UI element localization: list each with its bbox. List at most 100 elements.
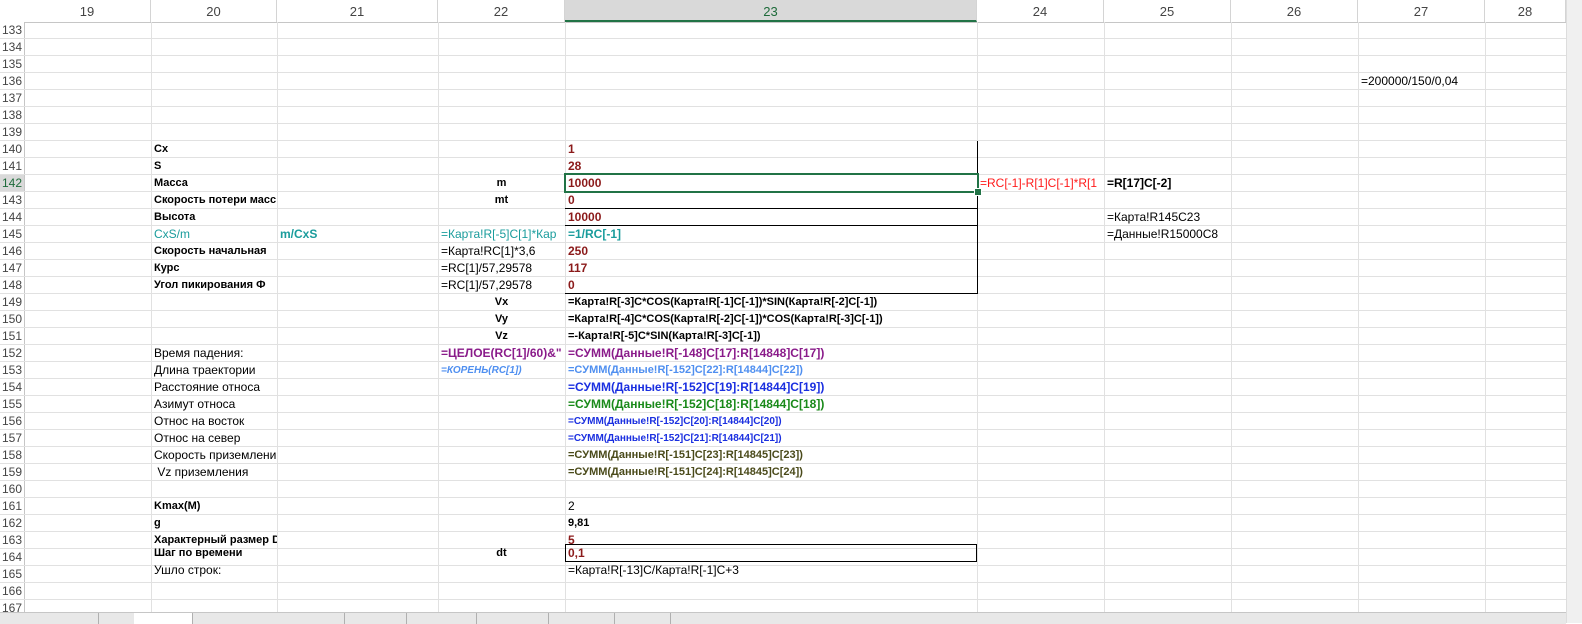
row-header[interactable]: 133	[0, 22, 24, 39]
cell-r156-c23[interactable]: =СУММ(Данные!R[-152]C[20]:R[14844]C[20])	[565, 413, 977, 430]
cell-r162-c20[interactable]: g	[151, 515, 277, 532]
row-header[interactable]: 146	[0, 243, 24, 260]
cell-r155-c23[interactable]: =СУММ(Данные!R[-152]C[18]:R[14844]C[18])	[565, 396, 977, 413]
cell-r164-c20[interactable]: Шаг по времени	[151, 545, 277, 562]
cell-r161-c20[interactable]: Kmax(M)	[151, 498, 277, 515]
column-header[interactable]: 27	[1358, 0, 1485, 22]
row-header[interactable]: 155	[0, 396, 24, 413]
cell-r158-c20[interactable]: Скорость приземлени	[151, 447, 277, 464]
cell-r142-c20[interactable]: Масса	[151, 175, 277, 192]
column-header[interactable]: 19	[24, 0, 151, 22]
cell-r148-c20[interactable]: Угол пикирования Ф	[151, 277, 277, 294]
row-header[interactable]: 159	[0, 464, 24, 481]
row-header[interactable]: 162	[0, 515, 24, 532]
cell-r164-c22[interactable]: dt	[438, 545, 565, 562]
cell-r145-c21[interactable]: m/CxS	[277, 226, 438, 243]
cell-r152-c22[interactable]: =ЦЕЛОЕ(RC[1]/60)&"	[438, 345, 565, 362]
spreadsheet-grid[interactable]: 19 20 21 22 23 24 25 26 27 28 133 134 13…	[0, 0, 1582, 624]
column-header[interactable]: 26	[1231, 0, 1358, 22]
row-header[interactable]: 137	[0, 90, 24, 107]
sheet-tab[interactable]	[192, 613, 345, 624]
row-header[interactable]: 147	[0, 260, 24, 277]
cell-r145-c22[interactable]: =Карта!R[-5]C[1]*Кар	[438, 226, 565, 243]
cell-r144-c23[interactable]: 10000	[565, 209, 977, 226]
cell-r141-c20[interactable]: S	[151, 158, 277, 175]
cell-r149-c22[interactable]: Vx	[438, 294, 565, 311]
column-header[interactable]: 22	[438, 0, 565, 22]
cell-r158-c23[interactable]: =СУММ(Данные!R[-151]C[23]:R[14845]C[23])	[565, 447, 977, 464]
cell-r142-c24[interactable]: =RC[-1]-R[1]C[-1]*R[1	[977, 175, 1104, 192]
row-header[interactable]: 160	[0, 481, 24, 498]
row-header[interactable]: 165	[0, 566, 24, 583]
row-header[interactable]: 145	[0, 226, 24, 243]
row-header-active[interactable]: 142	[0, 175, 24, 192]
cell-r147-c22[interactable]: =RC[1]/57,29578	[438, 260, 565, 277]
row-header[interactable]: 150	[0, 311, 24, 328]
cell-r136-c27[interactable]: =200000/150/0,04	[1358, 73, 1485, 90]
cell-r154-c23[interactable]: =СУММ(Данные!R[-152]C[19]:R[14844]C[19])	[565, 379, 977, 396]
sheet-tab-active[interactable]	[134, 613, 193, 624]
row-header[interactable]: 138	[0, 107, 24, 124]
cell-r145-c20[interactable]: CxS/m	[151, 226, 277, 243]
row-header[interactable]: 149	[0, 294, 24, 311]
sheet-tab[interactable]	[344, 613, 407, 624]
cell-r159-c23[interactable]: =СУММ(Данные!R[-151]C[24]:R[14845]C[24])	[565, 464, 977, 481]
cell-selection[interactable]	[564, 173, 979, 193]
cell-r147-c20[interactable]: Курс	[151, 260, 277, 277]
cell-r155-c20[interactable]: Азимут относа	[151, 396, 277, 413]
row-header[interactable]: 148	[0, 277, 24, 294]
cell-r143-c20[interactable]: Скорость потери масс	[151, 192, 277, 209]
cell-r162-c23[interactable]: 9,81	[565, 515, 977, 532]
cell-r153-c22[interactable]: =КОРЕНЬ(RC[1])	[438, 362, 565, 379]
cell-r150-c23[interactable]: =Карта!R[-4]C*COS(Карта!R[-2]C[-1])*COS(…	[565, 311, 977, 328]
cell-r164-c23[interactable]: 0,1	[565, 545, 977, 562]
cell-r144-c20[interactable]: Высота	[151, 209, 277, 226]
row-header[interactable]: 156	[0, 413, 24, 430]
cell-r157-c20[interactable]: Относ на север	[151, 430, 277, 447]
cell-r143-c23[interactable]: 0	[565, 192, 977, 209]
row-header[interactable]: 164	[0, 549, 24, 566]
cell-r147-c23[interactable]: 117	[565, 260, 977, 277]
cell-r153-c23[interactable]: =СУММ(Данные!R[-152]C[22]:R[14844]C[22])	[565, 362, 977, 379]
row-header[interactable]: 163	[0, 532, 24, 549]
sheet-tab[interactable]	[476, 613, 549, 624]
row-header[interactable]: 153	[0, 362, 24, 379]
cell-r152-c20[interactable]: Время падения:	[151, 345, 277, 362]
sheet-tab[interactable]	[614, 613, 671, 624]
cell-r150-c22[interactable]: Vy	[438, 311, 565, 328]
cell-r145-c25[interactable]: =Данные!R15000C8	[1104, 226, 1231, 243]
cell-r146-c23[interactable]: 250	[565, 243, 977, 260]
row-header[interactable]: 143	[0, 192, 24, 209]
cell-r140-c20[interactable]: Cx	[151, 141, 277, 158]
row-header[interactable]: 158	[0, 447, 24, 464]
row-header[interactable]: 135	[0, 56, 24, 73]
cell-r157-c23[interactable]: =СУММ(Данные!R[-152]C[21]:R[14844]C[21])	[565, 430, 977, 447]
cell-r148-c22[interactable]: =RC[1]/57,29578	[438, 277, 565, 294]
cell-r148-c23[interactable]: 0	[565, 277, 977, 294]
cell-r146-c22[interactable]: =Карта!RC[1]*3,6	[438, 243, 565, 260]
cell-r142-c25[interactable]: =R[17]C[-2]	[1104, 175, 1231, 192]
cell-r149-c23[interactable]: =Карта!R[-3]C*COS(Карта!R[-1]C[-1])*SIN(…	[565, 294, 977, 311]
cell-r161-c23[interactable]: 2	[565, 498, 977, 515]
row-header[interactable]: 152	[0, 345, 24, 362]
row-header[interactable]: 144	[0, 209, 24, 226]
row-header[interactable]: 136	[0, 73, 24, 90]
cell-r151-c22[interactable]: Vz	[438, 328, 565, 345]
column-header[interactable]: 28	[1485, 0, 1566, 22]
row-header[interactable]: 166	[0, 583, 24, 600]
row-header[interactable]: 157	[0, 430, 24, 447]
column-header[interactable]: 25	[1104, 0, 1231, 22]
cell-r146-c20[interactable]: Скорость начальная	[151, 243, 277, 260]
cell-r151-c23[interactable]: =-Карта!R[-5]C*SIN(Карта!R[-3]C[-1])	[565, 328, 977, 345]
row-header[interactable]: 139	[0, 124, 24, 141]
column-header[interactable]: 21	[277, 0, 438, 22]
vertical-scrollbar[interactable]	[1566, 0, 1582, 623]
cell-r154-c20[interactable]: Расстояние относа	[151, 379, 277, 396]
row-header[interactable]: 161	[0, 498, 24, 515]
column-header[interactable]: 20	[151, 0, 277, 22]
cell-r143-c22[interactable]: mt	[438, 192, 565, 209]
cell-r145-c23[interactable]: =1/RC[-1]	[565, 226, 977, 243]
sheet-tab[interactable]	[548, 613, 615, 624]
row-header[interactable]: 154	[0, 379, 24, 396]
cell-r144-c25[interactable]: =Карта!R145C23	[1104, 209, 1231, 226]
